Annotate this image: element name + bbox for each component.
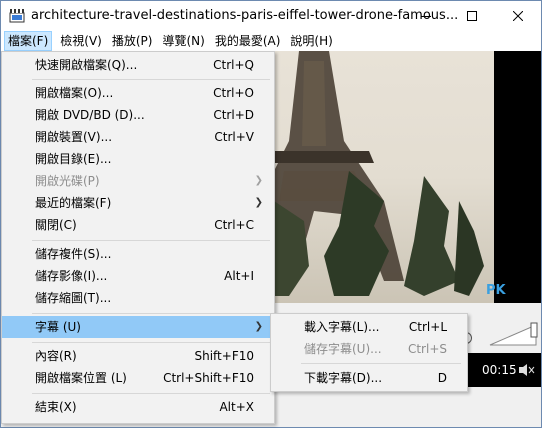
menu-navigate[interactable]: 導覽(N) xyxy=(159,31,207,51)
menu-help[interactable]: 說明(H) xyxy=(287,31,335,51)
window-title: architecture-travel-destinations-paris-e… xyxy=(31,8,459,23)
menu-item-recent-files[interactable]: 最近的檔案(F) ❯ xyxy=(2,192,272,214)
menu-item-subtitles[interactable]: 字幕 (U) ❯ xyxy=(2,316,272,338)
menu-item-exit[interactable]: 結束(X) Alt+X xyxy=(2,396,272,418)
menu-favorites[interactable]: 我的最愛(A) xyxy=(212,31,284,51)
menu-item-save-thumbnails[interactable]: 儲存縮圖(T)... xyxy=(2,287,272,309)
menu-view[interactable]: 檢視(V) xyxy=(57,31,105,51)
menu-item-save-image[interactable]: 儲存影像(I)... Alt+I xyxy=(2,265,272,287)
maximize-button[interactable] xyxy=(449,1,495,31)
menu-separator xyxy=(32,240,270,241)
app-window: architecture-travel-destinations-paris-e… xyxy=(0,0,542,428)
minimize-icon xyxy=(421,16,431,17)
menu-play[interactable]: 播放(P) xyxy=(109,31,156,51)
menu-file[interactable]: 檔案(F) xyxy=(4,31,53,51)
maximize-icon xyxy=(467,11,477,21)
menu-item-open-disc: 開啟光碟(P) ❯ xyxy=(2,170,272,192)
menu-separator xyxy=(301,363,461,364)
menu-item-properties[interactable]: 內容(R) Shift+F10 xyxy=(2,345,272,367)
menu-item-open-file[interactable]: 開啟檔案(O)... Ctrl+O xyxy=(2,82,272,104)
menu-item-open-device[interactable]: 開啟裝置(V)... Ctrl+V xyxy=(2,126,272,148)
speaker-icon[interactable] xyxy=(517,363,535,377)
menu-bar: 檔案(F) 檢視(V) 播放(P) 導覽(N) 我的最愛(A) 說明(H) xyxy=(1,31,541,51)
menu-separator xyxy=(32,393,270,394)
video-area[interactable]: PK xyxy=(274,51,541,303)
close-button[interactable] xyxy=(495,1,541,31)
video-frame xyxy=(274,51,494,303)
volume-slider[interactable] xyxy=(488,321,538,347)
chevron-right-icon: ❯ xyxy=(254,175,263,186)
menu-item-open-dvd[interactable]: 開啟 DVD/BD (D)... Ctrl+D xyxy=(2,104,272,126)
submenu-item-download-subtitle[interactable]: 下載字幕(D)... D xyxy=(271,367,465,389)
menu-item-close[interactable]: 關閉(C) Ctrl+C xyxy=(2,214,272,236)
chevron-right-icon: ❯ xyxy=(254,321,263,332)
menu-item-save-copy[interactable]: 儲存複件(S)... xyxy=(2,243,272,265)
watermark-logo: PK xyxy=(486,283,506,298)
submenu-item-save-subtitle: 儲存字幕(U)... Ctrl+S xyxy=(304,342,447,356)
menu-separator xyxy=(32,342,270,343)
subtitle-submenu: 載入字幕(L)... Ctrl+L 儲存字幕(U)... Ctrl+S 下載字幕… xyxy=(270,313,468,392)
file-menu-dropdown: 快速開啟檔案(Q)... Ctrl+Q 開啟檔案(O)... Ctrl+O 開啟… xyxy=(1,51,275,424)
title-bar: architecture-travel-destinations-paris-e… xyxy=(1,1,541,31)
submenu-item-load-subtitle[interactable]: 載入字幕(L)... Ctrl+L xyxy=(271,316,465,338)
menu-item-quick-open[interactable]: 快速開啟檔案(Q)... Ctrl+Q xyxy=(2,54,272,76)
close-icon xyxy=(513,11,523,21)
chevron-right-icon: ❯ xyxy=(254,197,263,208)
minimize-button[interactable] xyxy=(403,1,449,31)
menu-item-open-file-location[interactable]: 開啟檔案位置 (L) Ctrl+Shift+F10 xyxy=(2,367,272,389)
menu-separator xyxy=(32,79,270,80)
menu-item-open-directory[interactable]: 開啟目錄(E)... xyxy=(2,148,272,170)
window-footer xyxy=(274,387,541,427)
clapperboard-icon xyxy=(9,9,25,23)
menu-separator xyxy=(32,313,270,314)
eiffel-tower-scene xyxy=(274,51,484,296)
time-display: 00:15 xyxy=(482,363,517,377)
